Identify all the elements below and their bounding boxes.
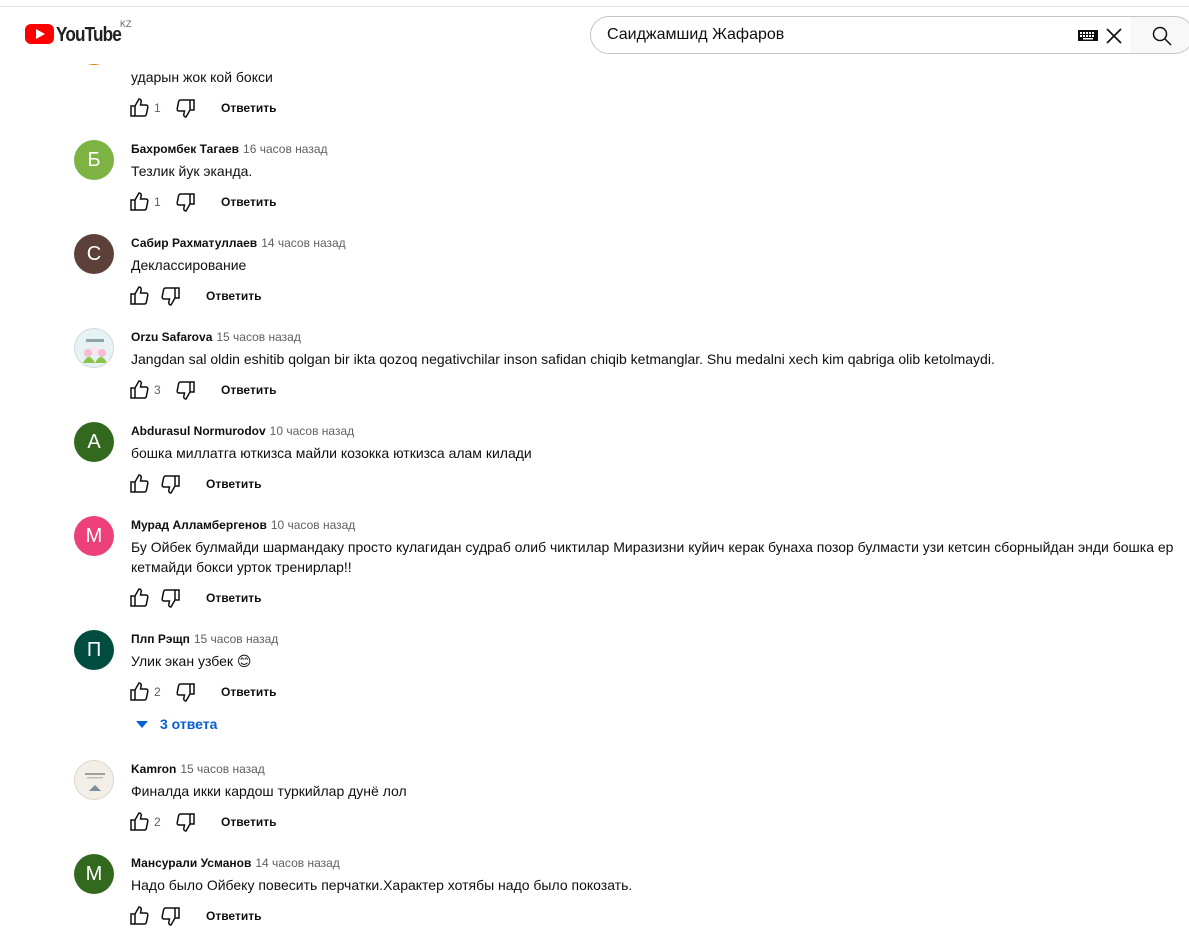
like-count: 3 (154, 383, 161, 397)
comment-time[interactable]: 15 часов назад (194, 632, 278, 646)
youtube-logo[interactable]: YouTube KZ (25, 19, 132, 46)
author-name[interactable]: Kamron (131, 762, 176, 776)
comment-actions: 2 (127, 810, 161, 834)
like-icon[interactable] (127, 810, 151, 834)
comment-meta: Orzu Safarova 15 часов назад (131, 330, 301, 344)
like-count: 2 (154, 815, 161, 829)
author-name[interactable]: Abdurasul Normurodov (131, 424, 266, 438)
logo-wordmark: YouTube (56, 24, 122, 46)
flower-image-icon (75, 329, 113, 367)
search-input[interactable]: Саиджамшид Жафаров (607, 17, 784, 53)
comment-actions: 1 (127, 190, 161, 214)
like-count: 1 (154, 101, 161, 115)
avatar[interactable]: М (74, 516, 114, 556)
comment-meta: Мансурали Усманов 14 часов назад (131, 856, 340, 870)
author-name[interactable]: Сабир Рахматуллаев (131, 236, 257, 250)
comment-text: ударын жок кой бокси (131, 69, 273, 85)
dislike-icon[interactable] (174, 810, 198, 834)
dislike-icon[interactable] (159, 472, 183, 496)
reply-button[interactable]: Ответить (221, 383, 276, 397)
comment-time[interactable]: 10 часов назад (270, 424, 354, 438)
comment-meta: Kamron 15 часов назад (131, 762, 265, 776)
comment-text: Тезлик йук эканда. (131, 163, 253, 179)
reply-button[interactable]: Ответить (221, 815, 276, 829)
dislike-icon[interactable] (174, 96, 198, 120)
comment-text: Деклассирование (131, 257, 247, 273)
search-button[interactable] (1130, 16, 1189, 54)
comment-meta: Мурад Алламбергенов 10 часов назад (131, 518, 355, 532)
avatar[interactable]: A (74, 422, 114, 462)
like-icon[interactable] (127, 904, 151, 928)
region-code: KZ (120, 19, 132, 29)
comment-time[interactable]: 15 часов назад (180, 762, 264, 776)
close-icon[interactable] (1104, 26, 1124, 46)
comment-meta: Бахромбек Тагаев 16 часов назад (131, 142, 328, 156)
author-name[interactable]: Плп Рэщп (131, 632, 190, 646)
comment-meta: Abdurasul Normurodov 10 часов назад (131, 424, 354, 438)
dislike-icon[interactable] (174, 680, 198, 704)
avatar[interactable] (74, 760, 114, 800)
comment-time[interactable]: 15 часов назад (216, 330, 300, 344)
reply-button[interactable]: Ответить (206, 591, 261, 605)
dislike-icon[interactable] (174, 378, 198, 402)
reply-button[interactable]: Ответить (206, 909, 261, 923)
avatar[interactable]: Б (74, 140, 114, 180)
avatar[interactable] (74, 328, 114, 368)
search-icon (1152, 26, 1172, 46)
like-icon[interactable] (127, 378, 151, 402)
dislike-icon[interactable] (174, 190, 198, 214)
chevron-down-icon (136, 720, 148, 728)
reply-button[interactable]: Ответить (206, 477, 261, 491)
top-divider (0, 6, 1189, 7)
avatar[interactable]: М (74, 854, 114, 894)
play-logo-icon (25, 24, 54, 44)
like-icon[interactable] (127, 472, 151, 496)
comment-text-line: кетмайди бокси урток тренирлар!! (131, 559, 352, 575)
reply-button[interactable]: Ответить (221, 101, 276, 115)
reply-button[interactable]: Ответить (221, 685, 276, 699)
like-icon[interactable] (127, 96, 151, 120)
comment-text: Финалда икки кардош туркийлар дунё лол (131, 783, 407, 799)
comment-text: бошка миллатга юткизса майли козокка ютк… (131, 445, 532, 461)
author-name[interactable]: Мансурали Усманов (131, 856, 251, 870)
comment-time[interactable]: 14 часов назад (255, 856, 339, 870)
comment-text: Надо было Ойбеку повесить перчатки.Харак… (131, 877, 633, 893)
comment-time[interactable]: 14 часов назад (261, 236, 345, 250)
comment-text: Jangdan sal oldin eshitib qolgan bir ikt… (131, 351, 995, 367)
replies-count-label: 3 ответа (160, 716, 218, 732)
like-icon[interactable] (127, 284, 151, 308)
like-icon[interactable] (127, 680, 151, 704)
avatar[interactable]: С (74, 234, 114, 274)
comment-text: Улик экан узбек 😊 (131, 653, 252, 669)
sketch-image-icon (75, 761, 113, 799)
comment-actions: 2 (127, 680, 161, 704)
like-count: 1 (154, 195, 161, 209)
like-count: 2 (154, 685, 161, 699)
search-box[interactable]: Саиджамшид Жафаров (590, 16, 1131, 54)
comment-meta: Плп Рэщп 15 часов назад (131, 632, 278, 646)
dislike-icon[interactable] (159, 284, 183, 308)
keyboard-icon[interactable] (1078, 30, 1098, 41)
like-icon[interactable] (127, 190, 151, 214)
author-name[interactable]: Мурад Алламбергенов (131, 518, 267, 532)
reply-button[interactable]: Ответить (221, 195, 276, 209)
comment-time[interactable]: 10 часов назад (271, 518, 355, 532)
comment-meta: Сабир Рахматуллаев 14 часов назад (131, 236, 346, 250)
author-name[interactable]: Orzu Safarova (131, 330, 212, 344)
masthead: YouTube KZ Саиджамшид Жафаров (0, 0, 1189, 64)
comment-time[interactable]: 16 часов назад (243, 142, 327, 156)
show-replies-button[interactable]: 3 ответа (134, 716, 217, 732)
comment-text-line: Бу Ойбек булмайди шармандаку просто кула… (131, 539, 1174, 555)
avatar[interactable]: П (74, 630, 114, 670)
comment-actions: 1 (127, 96, 161, 120)
dislike-icon[interactable] (159, 904, 183, 928)
dislike-icon[interactable] (159, 586, 183, 610)
like-icon[interactable] (127, 586, 151, 610)
author-name[interactable]: Бахромбек Тагаев (131, 142, 239, 156)
reply-button[interactable]: Ответить (206, 289, 261, 303)
comment-actions: 3 (127, 378, 161, 402)
